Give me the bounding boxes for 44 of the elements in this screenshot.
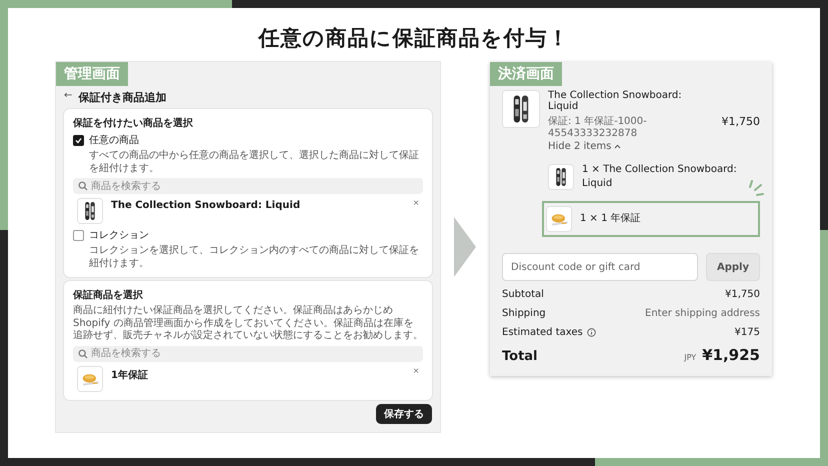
discount-field[interactable]: Discount code or gift card	[502, 253, 698, 281]
card-title: 保証商品を選択	[73, 288, 144, 302]
page-title: 保証付き商品追加	[78, 90, 166, 105]
remove-button[interactable]: ×	[413, 198, 419, 209]
slide-title: 任意の商品に保証商品を付与！	[258, 25, 570, 52]
back-button[interactable]: ←	[64, 90, 72, 101]
summary-value: ¥175	[734, 327, 760, 338]
product-variant: 保証: 1 年保証-1000-45543333232878	[548, 114, 648, 139]
screen-label: 管理画面	[56, 62, 128, 86]
option-description: コレクションを選択して、コレクション内のすべての商品に対して保証を紐付けます。	[88, 245, 420, 270]
option-label: コレクション	[89, 229, 149, 242]
summary-label: Estimated taxes	[502, 327, 583, 338]
product-name: The Collection Snowboard: Liquid	[111, 199, 302, 211]
total-label: Total	[502, 349, 538, 364]
bundle-item-label: 1 × The Collection Snowboard: Liquid	[582, 163, 738, 190]
apply-button[interactable]: Apply	[706, 253, 760, 281]
search-field[interactable]: 商品を検索する	[73, 178, 423, 194]
chevron-up-icon	[614, 144, 622, 149]
product-price: ¥1,750	[722, 114, 760, 128]
total-amount: ¥1,925	[702, 346, 760, 364]
summary-value: ¥1,750	[725, 289, 760, 300]
screen-label: 決済画面	[490, 62, 562, 86]
save-button[interactable]: 保存する	[376, 404, 432, 424]
search-icon	[78, 348, 88, 358]
sparkle-icon	[748, 179, 764, 197]
summary-label: Shipping	[502, 308, 546, 319]
arrow-icon	[454, 216, 476, 277]
option-label: 任意の商品	[89, 134, 139, 147]
hide-items-button[interactable]: Hide 2 items	[548, 141, 622, 152]
summary-label: Subtotal	[502, 289, 544, 300]
product-name: The Collection Snowboard: Liquid	[548, 90, 683, 112]
search-icon	[78, 181, 88, 191]
search-field[interactable]: 商品を検索する	[73, 346, 423, 362]
summary-value: Enter shipping address	[645, 308, 760, 319]
bundle-item-label: 1 × 1 年保証	[580, 212, 641, 226]
info-icon[interactable]	[586, 328, 596, 337]
remove-button[interactable]: ×	[413, 366, 419, 376]
checkbox[interactable]	[73, 134, 84, 146]
checkbox[interactable]	[73, 230, 84, 240]
product-name: 1年保証	[111, 368, 149, 382]
card-description: 商品に紐付けたい保証商品を選択してください。保証商品はあらかじめ Shopify の商品管理画面から作成をしておいてください。保証商品は在庫を追跡せず、販売チャネルが設定されていない状態にすることをお勧めします。	[73, 305, 423, 342]
currency-code: JPY	[684, 353, 696, 362]
option-description: すべての商品の中から任意の商品を選択して、選択した商品に対して保証を紐付けます。	[88, 150, 420, 175]
card-title: 保証を付けたい商品を選択	[73, 116, 194, 130]
